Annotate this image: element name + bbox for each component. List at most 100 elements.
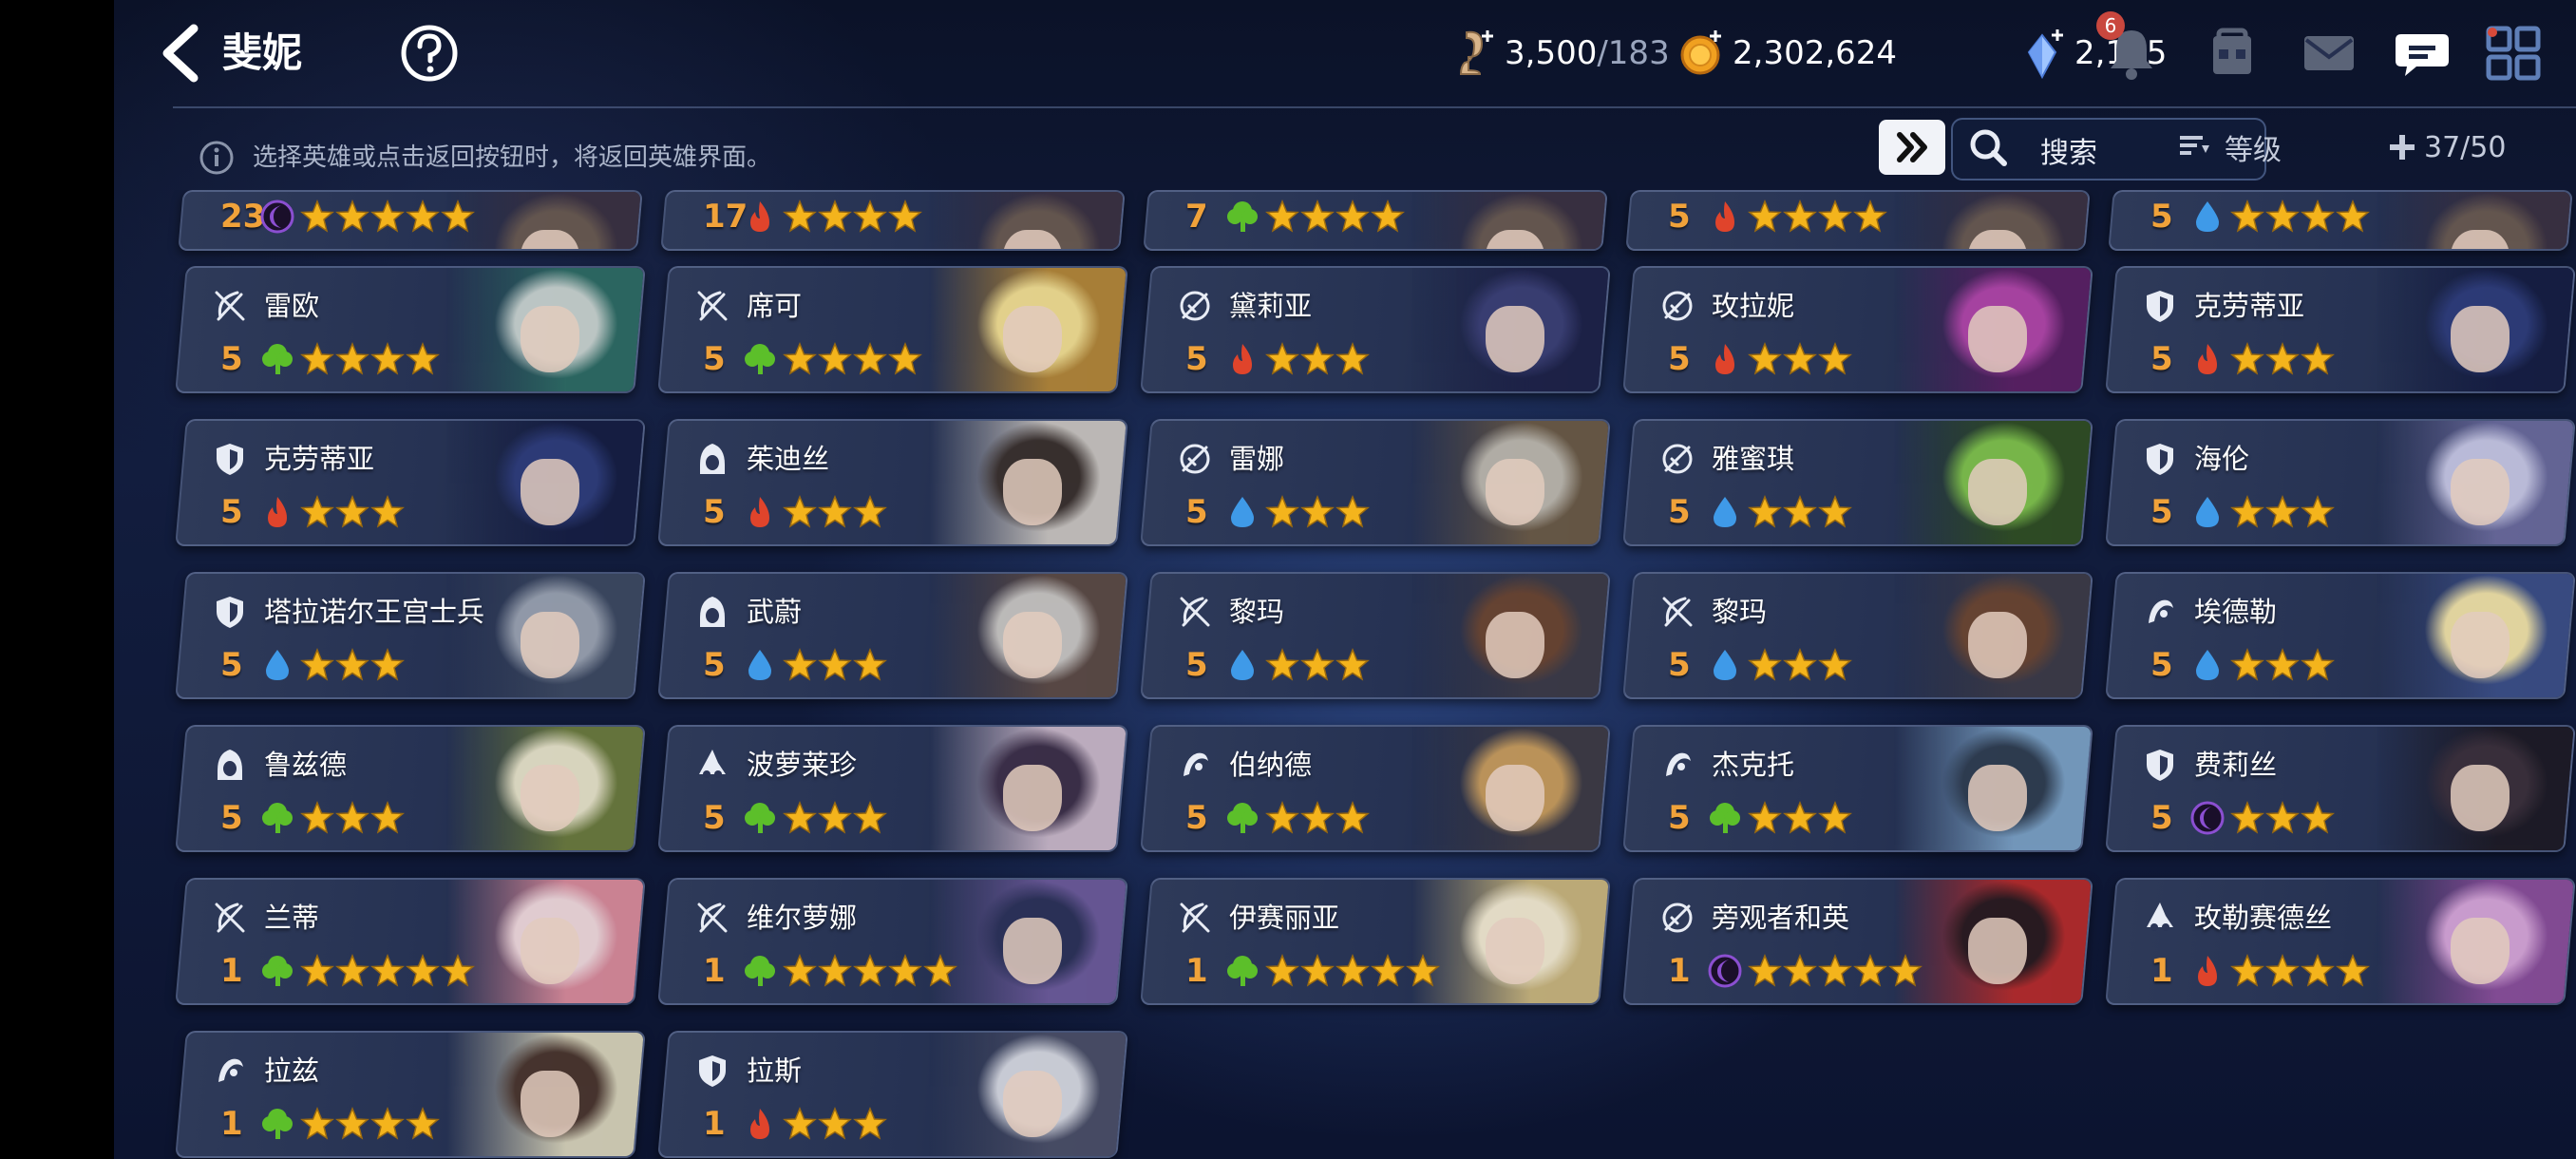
star-icon	[300, 1107, 334, 1140]
hero-card[interactable]: 旁观者和英 1	[1622, 878, 2093, 1005]
inventory-button[interactable]	[2202, 23, 2263, 84]
hero-level: 5	[1185, 799, 1208, 837]
star-icon	[1335, 342, 1370, 375]
hint-text: 选择英雄或点击返回按钮时，将返回英雄界面。	[253, 143, 772, 172]
sword-class-icon	[1662, 902, 1693, 933]
hero-card[interactable]: 黎玛 5	[1622, 572, 2093, 699]
hero-card[interactable]: 埃德勒 5	[2105, 572, 2576, 699]
hero-card[interactable]: 雷娜 5	[1140, 419, 1611, 546]
star-icon	[300, 801, 334, 834]
hero-name: 玫勒赛德丝	[2194, 902, 2333, 934]
hero-face	[2451, 459, 2510, 525]
hero-card[interactable]: 5	[1625, 190, 2091, 251]
hero-card-content: 黛莉亚 5	[1147, 266, 1611, 393]
hero-card[interactable]: 武蔚 5	[657, 572, 1128, 699]
hero-card[interactable]: 玫勒赛德丝 1	[2105, 878, 2576, 1005]
hero-portrait	[1894, 725, 2093, 852]
hero-level: 1	[703, 952, 726, 990]
hero-portrait	[929, 1031, 1128, 1158]
star-icon	[888, 200, 922, 233]
hero-card[interactable]: 兰蒂 1	[175, 878, 646, 1005]
hero-count[interactable]: 37/50	[2388, 120, 2506, 175]
hero-card[interactable]: 雷欧 5	[175, 266, 646, 393]
star-icon	[818, 495, 852, 528]
hero-stars	[1748, 495, 1853, 529]
hero-card-content: 玫勒赛德丝 1	[2112, 878, 2576, 1005]
mage-class-icon	[218, 1058, 243, 1082]
star-icon	[335, 801, 369, 834]
sort-button[interactable]: 等级	[2177, 120, 2367, 175]
hero-card[interactable]: 塔拉诺尔王宫士兵 5	[175, 572, 646, 699]
star-icon	[2265, 200, 2300, 233]
archer-class-icon	[215, 902, 245, 933]
shield-class-icon	[699, 1055, 726, 1087]
hero-card[interactable]: 雅蜜琪 5	[1622, 419, 2093, 546]
hero-card[interactable]: 拉斯 1	[657, 1031, 1128, 1158]
hero-stars	[1265, 200, 1406, 234]
hero-card[interactable]: 黎玛 5	[1140, 572, 1611, 699]
star-icon	[335, 342, 369, 375]
back-button[interactable]	[146, 21, 218, 86]
hero-card[interactable]: 海伦 5	[2105, 419, 2576, 546]
hero-card[interactable]: 玫拉妮 5	[1622, 266, 2093, 393]
hero-level: 5	[703, 493, 726, 531]
hero-card[interactable]: 杰克托 5	[1622, 725, 2093, 852]
hero-card[interactable]: 克劳蒂亚 5	[175, 419, 646, 546]
hero-card[interactable]: 伊赛丽亚 1	[1140, 878, 1611, 1005]
hero-card[interactable]: 黛莉亚 5	[1140, 266, 1611, 393]
expand-toggle-button[interactable]	[1879, 120, 1945, 175]
nature-element-icon	[262, 1109, 293, 1139]
hero-name: 席可	[747, 290, 803, 322]
gold-counter[interactable]: 2,302,624	[1679, 25, 1897, 82]
hero-level: 5	[703, 340, 726, 378]
hero-portrait	[1894, 572, 2093, 699]
hero-face	[1486, 230, 1544, 251]
hero-grid: 23 17 7 5 5 雷欧 5 席可 5 黛莉亚 5 玫拉妮 5 克劳蒂亚 5 克劳蒂亚 5 茱迪丝 5 雷娜 5 雅蜜…	[114, 190, 2576, 1159]
mail-button[interactable]	[2299, 23, 2359, 84]
hero-stars	[1265, 801, 1371, 835]
star-icon	[300, 648, 334, 681]
chat-button[interactable]	[2392, 23, 2453, 84]
fire-element-icon	[750, 201, 769, 232]
star-icon	[923, 954, 957, 987]
hero-level: 5	[2150, 340, 2173, 378]
hero-card[interactable]: 23	[178, 190, 643, 251]
hero-card-content: 雷欧 5	[182, 266, 646, 393]
hero-card[interactable]: 波萝莱珍 5	[657, 725, 1128, 852]
star-icon	[300, 954, 334, 987]
hero-card[interactable]: 鲁兹德 5	[175, 725, 646, 852]
hero-card[interactable]: 席可 5	[657, 266, 1128, 393]
help-button[interactable]	[399, 23, 460, 84]
hero-card[interactable]: 5	[2108, 190, 2573, 251]
hero-select-screen: 斐妮 3,500 /183 2,302,624 6 选择英雄或点击返回按钮时，将…	[114, 0, 2576, 1159]
hero-card[interactable]: 7	[1143, 190, 1608, 251]
hero-face	[1003, 306, 1062, 372]
hero-card-content: 杰克托 5	[1630, 725, 2093, 852]
hero-card[interactable]: 17	[660, 190, 1126, 251]
hero-card[interactable]: 克劳蒂亚 5	[2105, 266, 2576, 393]
star-icon	[335, 648, 369, 681]
hero-face	[521, 1071, 579, 1137]
hero-face	[521, 765, 579, 831]
nature-element-icon	[1227, 201, 1258, 232]
hero-card[interactable]: 拉兹 1	[175, 1031, 646, 1158]
stamina-counter[interactable]: 3,500 /183	[1453, 25, 1670, 82]
star-icon	[1335, 801, 1370, 834]
archer-class-icon	[1180, 902, 1210, 933]
star-icon	[335, 954, 369, 987]
hero-card[interactable]: 伯纳德 5	[1140, 725, 1611, 852]
shield-class-icon	[2147, 750, 2173, 781]
witch-class-icon	[699, 750, 726, 778]
hero-face	[2451, 612, 2510, 678]
hero-card[interactable]: 维尔萝娜 1	[657, 878, 1128, 1005]
hero-level: 1	[2150, 952, 2173, 990]
sword-class-icon	[1662, 291, 1693, 321]
hero-portrait	[2377, 725, 2576, 852]
hero-card[interactable]: 茱迪丝 5	[657, 419, 1128, 546]
hero-card-content: 5	[2112, 190, 2573, 251]
hero-name: 塔拉诺尔王宫士兵	[264, 596, 485, 628]
star-icon	[1300, 954, 1335, 987]
menu-button[interactable]	[2483, 23, 2544, 84]
hero-stars	[300, 648, 406, 682]
hero-card[interactable]: 费莉丝 5	[2105, 725, 2576, 852]
